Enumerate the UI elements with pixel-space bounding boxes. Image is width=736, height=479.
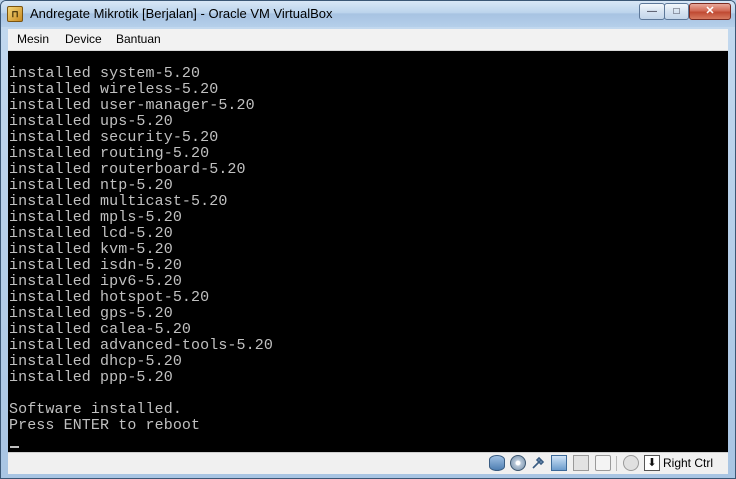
console-line: installed routerboard-5.20 [9,161,246,178]
console-line: installed lcd-5.20 [9,225,173,242]
console-line: installed isdn-5.20 [9,257,182,274]
console-line: installed calea-5.20 [9,321,192,338]
console-line: installed advanced-tools-5.20 [9,337,273,354]
menu-item-device[interactable]: Device [65,32,102,46]
network-icon[interactable] [551,455,567,471]
window-title: Andregate Mikrotik [Berjalan] - Oracle V… [30,6,333,21]
minimize-button[interactable]: — [639,3,665,20]
status-bar: ⬇ Right Ctrl [8,452,728,474]
console-line: installed gps-5.20 [9,305,173,322]
console-line: installed ntp-5.20 [9,177,173,194]
hard-disk-icon[interactable] [489,455,505,471]
mouse-integration-icon[interactable] [623,455,639,471]
console-line: installed hotspot-5.20 [9,289,210,306]
shared-folder-icon[interactable] [573,455,589,471]
virtualbox-app-icon[interactable]: ⊓ [7,6,23,22]
text-cursor [10,446,19,448]
console-line: installed ppp-5.20 [9,369,173,386]
cd-drive-icon[interactable] [510,455,526,471]
console-line: installed routing-5.20 [9,145,210,162]
display-icon[interactable] [595,455,611,471]
console-line: Press ENTER to reboot [9,417,201,434]
console-line: installed system-5.20 [9,65,201,82]
usb-icon[interactable] [530,455,546,471]
title-bar[interactable]: ⊓ Andregate Mikrotik [Berjalan] - Oracle… [1,1,735,27]
console-line: installed kvm-5.20 [9,241,173,258]
console-line: installed multicast-5.20 [9,193,228,210]
console-line: installed ipv6-5.20 [9,273,182,290]
close-button[interactable]: ✕ [689,3,731,20]
console-line: installed dhcp-5.20 [9,353,182,370]
virtualbox-window: ⊓ Andregate Mikrotik [Berjalan] - Oracle… [0,0,736,479]
console-line: installed security-5.20 [9,129,219,146]
console-line: installed user-manager-5.20 [9,97,255,114]
maximize-button[interactable]: □ [664,3,689,20]
keyboard-capture-icon[interactable]: ⬇ [644,455,660,471]
menu-bar: Mesin Device Bantuan [8,29,728,51]
menu-item-bantuan[interactable]: Bantuan [116,32,161,46]
console-line: installed wireless-5.20 [9,81,219,98]
menu-item-mesin[interactable]: Mesin [17,32,49,46]
status-separator [616,456,617,471]
vm-console-screen[interactable]: installed system-5.20 installed wireless… [8,51,728,452]
console-line: installed mpls-5.20 [9,209,182,226]
console-line: Software installed. [9,401,182,418]
console-line: installed ups-5.20 [9,113,173,130]
host-key-label: Right Ctrl [663,456,714,470]
